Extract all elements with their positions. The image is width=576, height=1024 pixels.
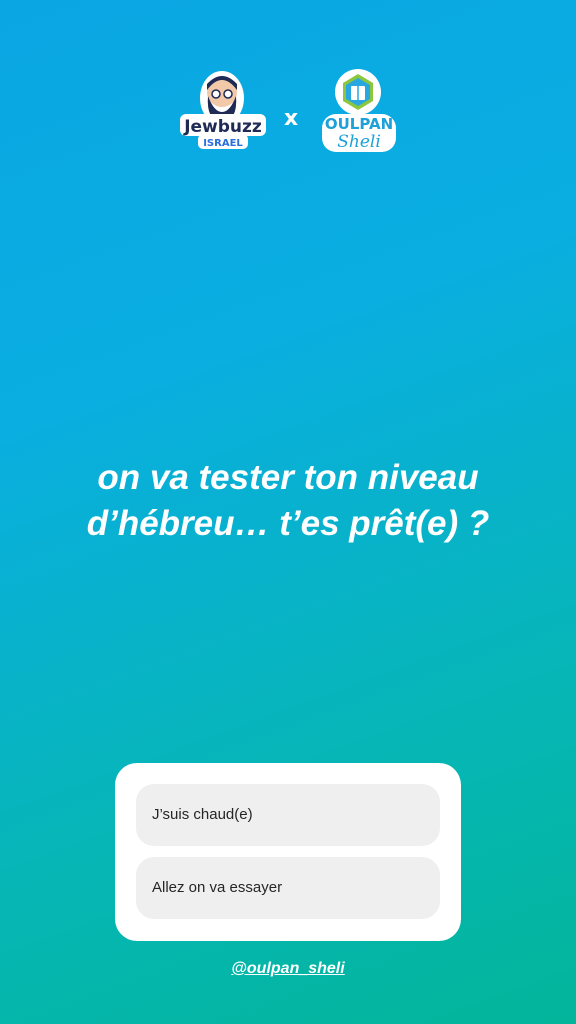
poll-option-2[interactable]: Allez on va essayer — [136, 857, 440, 919]
svg-text:Sheli: Sheli — [337, 132, 381, 152]
mention-sticker[interactable]: @oulpan_sheli — [0, 960, 576, 978]
svg-text:Jewbuzz: Jewbuzz — [183, 117, 262, 137]
hexagon-book-icon: OULPAN Sheli — [322, 69, 396, 152]
question-line-1: on va tester ton niveau — [97, 458, 479, 497]
question-text: on va tester ton niveau d’hébreu… t’es p… — [0, 455, 576, 547]
jewbuzz-logo: Jewbuzz ISRAEL — [178, 68, 268, 152]
poll-option-1[interactable]: J’suis chaud(e) — [136, 784, 440, 846]
svg-text:OULPAN: OULPAN — [325, 115, 393, 133]
collab-separator: x — [284, 106, 299, 131]
question-line-2: d’hébreu… t’es prêt(e) ? — [86, 504, 490, 543]
mention-handle[interactable]: @oulpan_sheli — [231, 960, 344, 977]
svg-text:ISRAEL: ISRAEL — [203, 138, 243, 149]
bearded-man-icon: Jewbuzz ISRAEL — [180, 71, 266, 149]
oulpan-sheli-logo: OULPAN Sheli — [318, 68, 400, 154]
poll-card: J’suis chaud(e) Allez on va essayer — [115, 763, 461, 941]
partner-logos: Jewbuzz ISRAEL x OULPAN Sheli — [0, 68, 576, 154]
